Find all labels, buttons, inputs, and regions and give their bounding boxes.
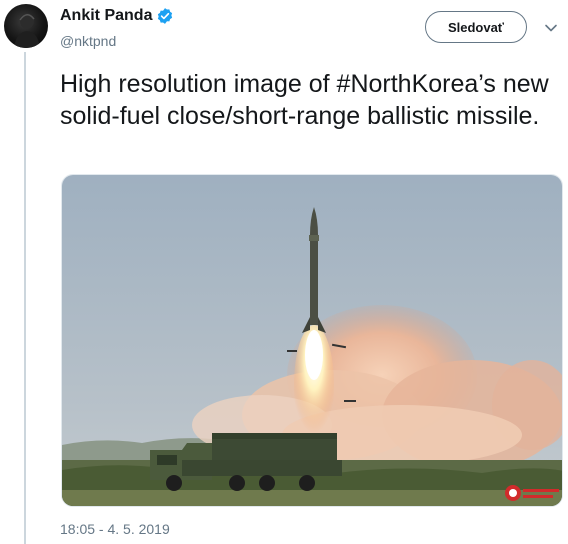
verified-badge-icon	[156, 7, 174, 25]
tweet-text: High resolution image of #NorthKorea’s n…	[60, 70, 549, 130]
author-display-name[interactable]: Ankit Panda	[60, 7, 152, 25]
chevron-down-icon[interactable]	[543, 20, 559, 36]
author-handle[interactable]: @nktpnd	[60, 33, 116, 49]
avatar-silhouette	[14, 13, 40, 48]
tweet-timestamp[interactable]: 18:05 - 4. 5. 2019	[60, 521, 170, 537]
thread-line	[24, 52, 26, 544]
author-name-row[interactable]: Ankit Panda	[60, 7, 174, 25]
author-avatar[interactable]	[4, 4, 48, 48]
missile-launch-photo	[62, 175, 562, 506]
follow-button[interactable]: Sledovať	[425, 11, 527, 43]
tweet-photo[interactable]	[61, 174, 563, 507]
